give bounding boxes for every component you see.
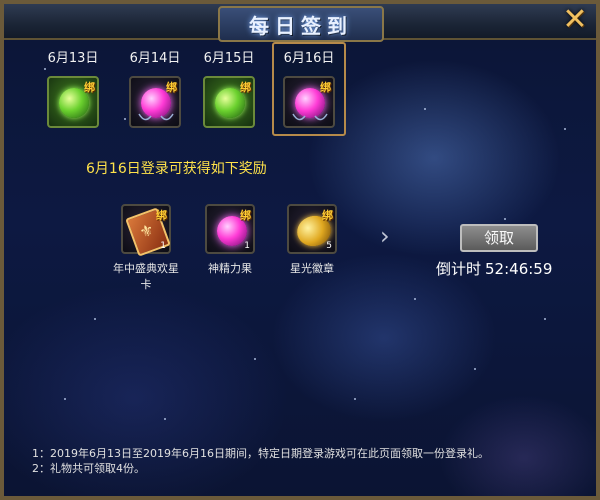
close-button[interactable]: ✕	[560, 5, 590, 36]
day-6-14[interactable]: 6月14日 绑	[124, 50, 186, 128]
day-reward-slot[interactable]: 绑	[129, 76, 181, 128]
day-reward-slot[interactable]: 绑	[283, 76, 335, 128]
reward-item[interactable]: 绑 1 年中盛典欢星卡	[110, 204, 182, 292]
day-reward-slot[interactable]: 绑	[47, 76, 99, 128]
tendril-decoration	[292, 113, 328, 121]
bind-badge: 绑	[166, 81, 177, 94]
bind-badge: 绑	[240, 209, 251, 222]
countdown: 倒计时 52:46:59	[432, 258, 552, 279]
reward-item[interactable]: 绑 5 星光徽章	[276, 204, 348, 276]
day-6-15[interactable]: 6月15日 绑	[198, 50, 260, 128]
note-line: 1：2019年6月13日至2019年6月16日期间，特定日期登录游戏可在此页面领…	[32, 447, 489, 460]
dialog-title: 每日签到	[249, 13, 353, 38]
reward-quantity: 1	[160, 241, 166, 251]
bind-badge: 绑	[322, 209, 333, 222]
title-plate: 每日签到	[218, 6, 384, 42]
reward-quantity: 5	[326, 241, 332, 251]
tendril-decoration	[138, 113, 174, 121]
day-6-16[interactable]: 6月16日 绑	[278, 50, 340, 128]
day-label: 6月16日	[283, 51, 335, 66]
notes: 1：2019年6月13日至2019年6月16日期间，特定日期登录游戏可在此页面领…	[32, 446, 489, 476]
reward-slot[interactable]: 绑 5	[287, 204, 337, 254]
day-reward-slot[interactable]: 绑	[203, 76, 255, 128]
reward-slot[interactable]: 绑 1	[205, 204, 255, 254]
chevron-right-icon: ›	[380, 222, 390, 250]
reward-slot[interactable]: 绑 1	[121, 204, 171, 257]
bind-badge: 绑	[320, 81, 331, 94]
countdown-label: 倒计时	[436, 260, 482, 278]
bind-badge: 绑	[156, 209, 167, 222]
reward-name: 神精力果	[208, 262, 252, 275]
day-label: 6月14日	[129, 51, 181, 66]
note-line: 2：礼物共可领取4份。	[32, 462, 145, 475]
day-label: 6月13日	[47, 51, 99, 66]
reward-item[interactable]: 绑 1 神精力果	[194, 204, 266, 276]
bind-badge: 绑	[84, 81, 95, 94]
countdown-value: 52:46:59	[485, 260, 553, 278]
day-6-13[interactable]: 6月13日 绑	[42, 50, 104, 128]
reward-name: 年中盛典欢星卡	[113, 262, 179, 291]
claim-button[interactable]: 领取	[460, 224, 538, 252]
reward-heading: 6月16日登录可获得如下奖励	[86, 161, 267, 177]
day-label: 6月15日	[203, 51, 255, 66]
bind-badge: 绑	[240, 81, 251, 94]
reward-name: 星光徽章	[290, 262, 334, 275]
reward-quantity: 1	[244, 241, 250, 251]
